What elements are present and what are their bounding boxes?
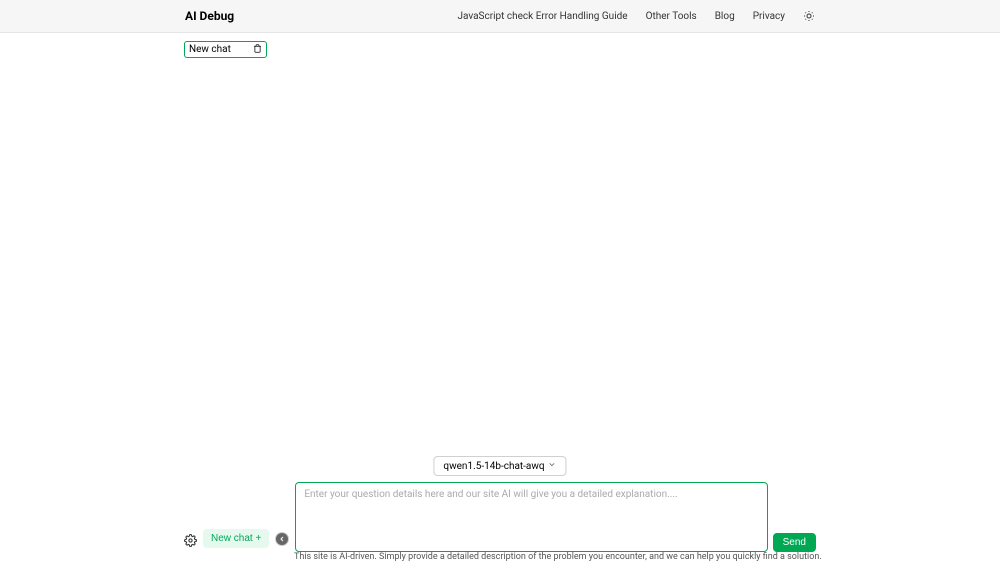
chevron-down-icon [548, 460, 557, 472]
sun-icon[interactable] [803, 10, 815, 22]
send-button[interactable]: Send [773, 533, 816, 552]
model-name: qwen1.5-14b-chat-awq [443, 461, 544, 472]
gear-icon[interactable] [184, 534, 197, 547]
nav-link-privacy[interactable]: Privacy [753, 11, 785, 22]
chat-history-item[interactable]: New chat [184, 41, 267, 58]
new-chat-button[interactable]: New chat + [203, 529, 269, 548]
nav-link-other-tools[interactable]: Other Tools [646, 11, 697, 22]
footer-description: This site is AI-driven. Simply provide a… [294, 552, 822, 562]
header: AI Debug JavaScript check Error Handling… [0, 0, 1000, 33]
history-toggle-button[interactable] [275, 532, 289, 546]
model-selector[interactable]: qwen1.5-14b-chat-awq [433, 456, 566, 476]
question-input[interactable] [295, 482, 767, 552]
nav-link-error-guide[interactable]: JavaScript check Error Handling Guide [457, 11, 627, 22]
chat-item-label: New chat [189, 44, 231, 55]
nav: JavaScript check Error Handling Guide Ot… [457, 10, 815, 22]
brand-title: AI Debug [185, 9, 234, 23]
nav-link-blog[interactable]: Blog [715, 11, 735, 22]
trash-icon[interactable] [253, 44, 262, 56]
